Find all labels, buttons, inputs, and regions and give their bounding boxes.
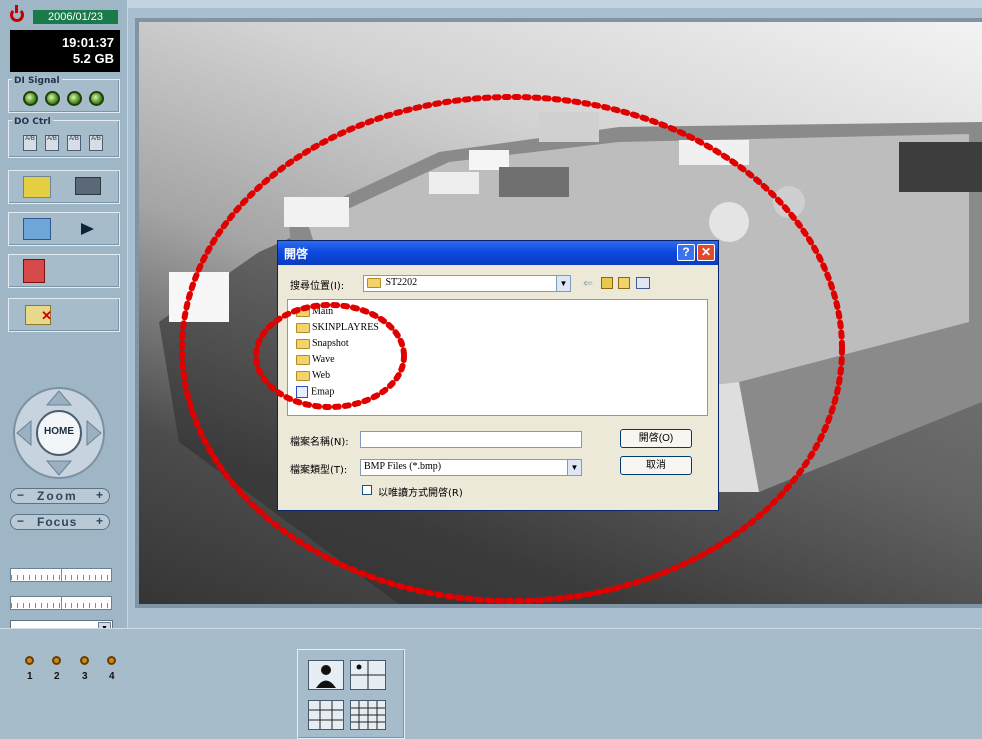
date-display: 2006/01/23 [33, 10, 118, 24]
open-button[interactable]: 開啓(O) [620, 429, 692, 448]
camera-4-label: 4 [109, 671, 115, 682]
di-led-4 [89, 91, 104, 106]
play-icon[interactable] [79, 222, 95, 236]
back-icon[interactable]: ⇐ [583, 276, 593, 290]
slider-2[interactable] [10, 596, 112, 610]
chevron-down-icon[interactable]: ▼ [556, 276, 570, 291]
up-folder-icon[interactable] [601, 277, 613, 289]
image-viewer-icon[interactable] [23, 218, 51, 240]
folder-icon [367, 277, 381, 288]
focus-label: Focus [37, 515, 78, 529]
di-signal-group: DI Signal [8, 76, 120, 113]
single-view-layout-icon[interactable] [308, 660, 344, 690]
file-type-select[interactable]: BMP Files (*.bmp) ▼ [360, 459, 582, 476]
help-icon[interactable]: ? [677, 244, 695, 261]
tool-row-2 [8, 212, 120, 246]
camera-status: 1 2 3 4 [8, 643, 148, 687]
camera-4-led [107, 656, 116, 665]
camera-1-led [25, 656, 34, 665]
readonly-label: 以唯讀方式開啓(R) [378, 488, 463, 499]
zoom-label: Zoom [37, 489, 78, 503]
clock-display: 19:01:37 5.2 GB [10, 30, 120, 72]
storage-text: 5.2 GB [72, 51, 114, 66]
tool-row-3 [8, 254, 120, 288]
do-toggle-1-icon[interactable]: A/B [23, 135, 37, 151]
camera-1-label: 1 [27, 671, 33, 682]
focus-control[interactable]: − Focus + [10, 514, 110, 530]
power-icon[interactable] [10, 5, 24, 22]
close-icon[interactable]: ✕ [697, 244, 715, 261]
control-panel: 2006/01/23 19:01:37 5.2 GB DI Signal DO … [0, 0, 128, 637]
camera-3-label: 3 [82, 671, 88, 682]
do-ctrl-group: DO Ctrl A/B A/B A/B A/B [8, 117, 120, 158]
top-strip [128, 0, 982, 8]
readonly-checkbox[interactable] [362, 485, 372, 495]
annotation-ellipse-small [253, 302, 407, 410]
tool-row-1 [8, 170, 120, 204]
di-led-3 [67, 91, 82, 106]
do-toggle-2-icon[interactable]: A/B [45, 135, 59, 151]
record-icon[interactable] [75, 177, 101, 195]
slider-1[interactable] [10, 568, 112, 582]
ptz-pad: HOME [12, 383, 107, 483]
cancel-button[interactable]: 取消 [620, 456, 692, 475]
file-name-input[interactable] [360, 431, 582, 448]
zoom-control[interactable]: − Zoom + [10, 488, 110, 504]
dialog-title: 開啓 [284, 247, 309, 261]
do-toggle-3-icon[interactable]: A/B [67, 135, 81, 151]
view-menu-icon[interactable] [636, 277, 650, 289]
camera-2-label: 2 [54, 671, 60, 682]
di-led-1 [23, 91, 38, 106]
nine-view-layout-icon[interactable] [308, 700, 344, 730]
tool-row-4: ✕ [8, 298, 120, 332]
camera-3-led [80, 656, 89, 665]
new-folder-icon[interactable] [618, 277, 630, 289]
layout-selector [297, 649, 405, 739]
look-in-label: 搜尋位置(I): [290, 281, 345, 292]
close-folder-icon[interactable]: ✕ [25, 305, 52, 325]
time-text: 19:01:37 [61, 35, 114, 50]
delete-file-icon[interactable] [23, 259, 45, 283]
di-signal-label: DI Signal [12, 76, 62, 86]
snapshot-icon[interactable] [23, 176, 51, 198]
file-type-label: 檔案類型(T): [290, 465, 348, 476]
dialog-title-bar: 開啓 [278, 241, 718, 265]
file-name-label: 檔案名稱(N): [290, 437, 349, 448]
do-ctrl-label: DO Ctrl [12, 117, 53, 127]
look-in-select[interactable]: ST2202 ▼ [363, 275, 571, 292]
sixteen-view-layout-icon[interactable] [350, 700, 386, 730]
do-toggle-4-icon[interactable]: A/B [89, 135, 103, 151]
chevron-down-icon[interactable]: ▼ [567, 460, 581, 475]
bottom-bar: 1 2 3 4 [0, 628, 982, 739]
quad-view-layout-icon[interactable] [350, 660, 386, 690]
di-led-2 [45, 91, 60, 106]
camera-2-led [52, 656, 61, 665]
home-button[interactable]: HOME [36, 426, 82, 437]
look-in-value: ST2202 [385, 277, 418, 288]
